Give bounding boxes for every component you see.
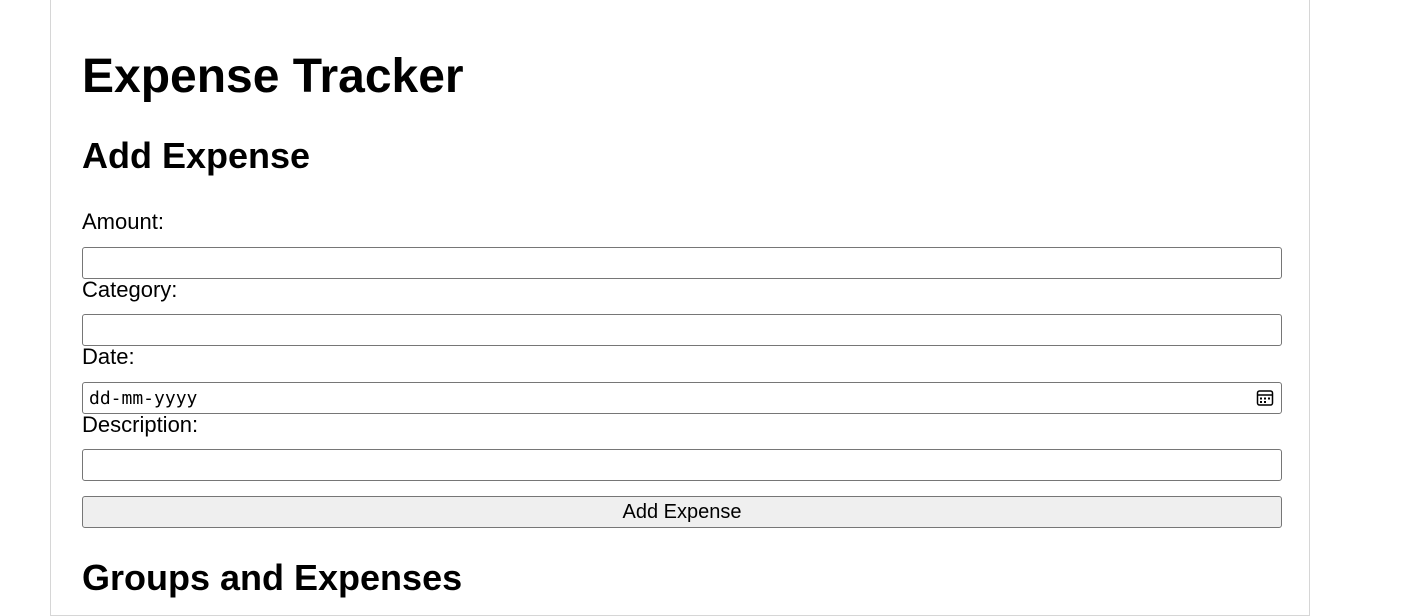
page-title: Expense Tracker [82,50,464,103]
amount-label: Amount: [82,209,164,234]
add-expense-heading: Add Expense [82,135,311,176]
amount-input[interactable] [82,247,1282,279]
groups-and-expenses-heading: Groups and Expenses [82,557,463,598]
calendar-icon[interactable] [1255,388,1275,408]
description-label: Description: [82,412,199,437]
category-label: Category: [82,277,178,302]
add-expense-button[interactable]: Add Expense [82,496,1282,528]
date-input[interactable]: dd-mm-yyyy [82,382,1282,414]
page-container: Expense Tracker Add Expense Amount: Cate… [50,0,1310,616]
date-placeholder: dd-mm-yyyy [89,387,198,409]
date-label: Date: [82,344,135,369]
category-input[interactable] [82,314,1282,346]
description-input[interactable] [82,449,1282,481]
